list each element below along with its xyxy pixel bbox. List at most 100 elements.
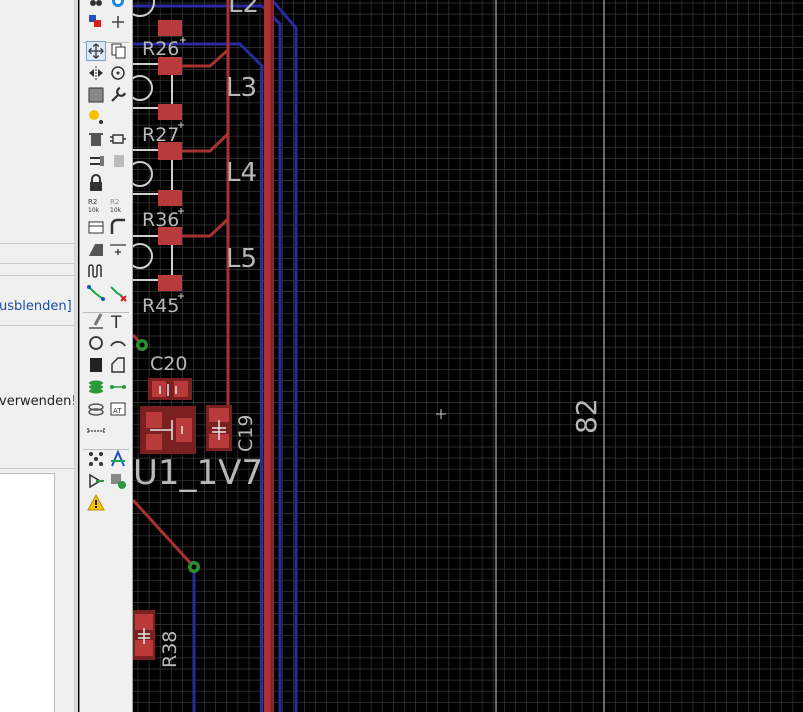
separator [0, 468, 78, 469]
attribute-tool-button[interactable]: AT [108, 399, 128, 419]
separator [0, 263, 78, 264]
circle-tool-icon [89, 336, 103, 350]
label-r45: R45 [142, 295, 179, 317]
display-layers-button[interactable] [86, 12, 106, 32]
label-l4: L4 [226, 158, 257, 188]
polygon-tool-button[interactable] [108, 355, 128, 375]
autorouter-tool-icon [111, 449, 125, 467]
smd-pad[interactable] [146, 412, 162, 428]
meander-tool-button[interactable] [86, 261, 106, 281]
hole-tool-button[interactable] [86, 399, 106, 419]
add-part-icon [110, 134, 126, 144]
message-text: verwenden! [0, 394, 77, 409]
polygon-tool-icon [111, 357, 125, 373]
smash-tool-button[interactable] [86, 217, 106, 237]
name-tool-button[interactable]: R2 10k [86, 195, 106, 215]
route-tool-icon [87, 285, 105, 301]
split-tool-icon [89, 244, 103, 256]
replace-tool-icon [114, 155, 124, 167]
add-part-button[interactable] [108, 129, 128, 149]
group-tool-icon [88, 87, 104, 103]
rectangle-tool-button[interactable] [86, 355, 106, 375]
top-layer-bus [264, 0, 274, 712]
swap-tool-icon [90, 156, 104, 166]
wire-tool-button[interactable] [86, 311, 106, 331]
miter-tool-button[interactable] [108, 217, 128, 237]
rotate-tool-button[interactable] [108, 63, 128, 83]
lock-tool-button[interactable] [86, 173, 106, 193]
errors-warning-button[interactable] [86, 493, 106, 513]
svg-text:AT: AT [113, 407, 122, 415]
mirror-tool-icon [89, 66, 103, 80]
separator [0, 325, 78, 326]
dimension-tool-button[interactable] [86, 421, 106, 441]
ripup-tool-button[interactable] [108, 283, 128, 303]
hole-tool-icon [88, 403, 104, 416]
delete-tool-icon [89, 133, 103, 146]
smd-pad[interactable] [209, 408, 229, 422]
optimize-tool-icon [110, 244, 126, 255]
circle-tool-button[interactable] [86, 333, 106, 353]
smash-tool-icon [88, 221, 104, 234]
highlight-tool-icon [89, 110, 103, 124]
arc-tool-button[interactable] [108, 333, 128, 353]
label-82: 82 [570, 398, 603, 434]
ratsnest-tool-button[interactable] [86, 449, 106, 469]
mark-origin-button[interactable] [108, 12, 128, 32]
erc-tool-icon [89, 473, 104, 489]
replace-tool-button[interactable] [108, 151, 128, 171]
drc-tool-button[interactable] [108, 471, 128, 491]
mark-origin-icon [112, 16, 124, 28]
wrench-tool-icon [111, 86, 127, 102]
display-layers-icon [89, 15, 101, 27]
label-l2: L2 [228, 0, 259, 19]
text-tool-icon: T [110, 313, 122, 331]
via-tool-icon [89, 380, 103, 394]
drc-tool-icon [111, 474, 126, 489]
window-edge [74, 0, 78, 712]
rectangle-tool-icon [90, 358, 102, 372]
autorouter-tool-button[interactable] [108, 449, 128, 469]
label-l5: L5 [226, 244, 257, 274]
text-tool-button[interactable]: T [108, 311, 128, 331]
smd-pad[interactable] [135, 614, 153, 630]
value-tool-button[interactable]: R2 10k [108, 195, 128, 215]
smd-pad[interactable] [158, 275, 182, 291]
route-tool-button[interactable] [86, 283, 106, 303]
smd-pad[interactable] [158, 190, 182, 206]
delete-tool-button[interactable] [86, 129, 106, 149]
svg-text:R2: R2 [88, 198, 97, 206]
background-window: usblenden] verwenden! [0, 0, 78, 712]
label-c19: C19 [235, 415, 257, 452]
optimize-tool-button[interactable] [108, 239, 128, 259]
erc-tool-button[interactable] [86, 471, 106, 491]
dimension-tool-icon [87, 428, 105, 434]
rotate-tool-icon [111, 66, 125, 80]
wrench-tool-button[interactable] [108, 85, 128, 105]
highlight-tool-button[interactable] [86, 107, 106, 127]
via-hole [191, 564, 197, 570]
separator [0, 275, 78, 276]
label-r36: R36 [142, 209, 179, 231]
split-tool-button[interactable] [86, 239, 106, 259]
signal-tool-icon [110, 385, 126, 389]
group-tool-button[interactable] [86, 85, 106, 105]
svg-text:10k: 10k [110, 207, 122, 214]
via-hole [139, 342, 145, 348]
hide-link[interactable]: usblenden] [0, 299, 72, 314]
smd-pad[interactable] [158, 20, 182, 36]
via-tool-button[interactable] [86, 377, 106, 397]
smd-pad[interactable] [176, 418, 192, 442]
swap-tool-button[interactable] [86, 151, 106, 171]
label-l3: L3 [226, 73, 257, 103]
smd-pad[interactable] [152, 381, 166, 397]
move-tool-button[interactable] [86, 41, 106, 61]
signal-tool-button[interactable] [108, 377, 128, 397]
board-canvas[interactable]: L2 R26 L3 R27 L4 R36 L5 R45 C20 C19 U1_1… [133, 0, 803, 712]
copy-tool-button[interactable] [108, 41, 128, 61]
ratsnest-tool-icon [89, 452, 103, 466]
attribute-tool-icon: AT [110, 402, 126, 416]
smd-pad[interactable] [146, 434, 162, 450]
smd-pad[interactable] [158, 104, 182, 120]
mirror-tool-button[interactable] [86, 63, 106, 83]
